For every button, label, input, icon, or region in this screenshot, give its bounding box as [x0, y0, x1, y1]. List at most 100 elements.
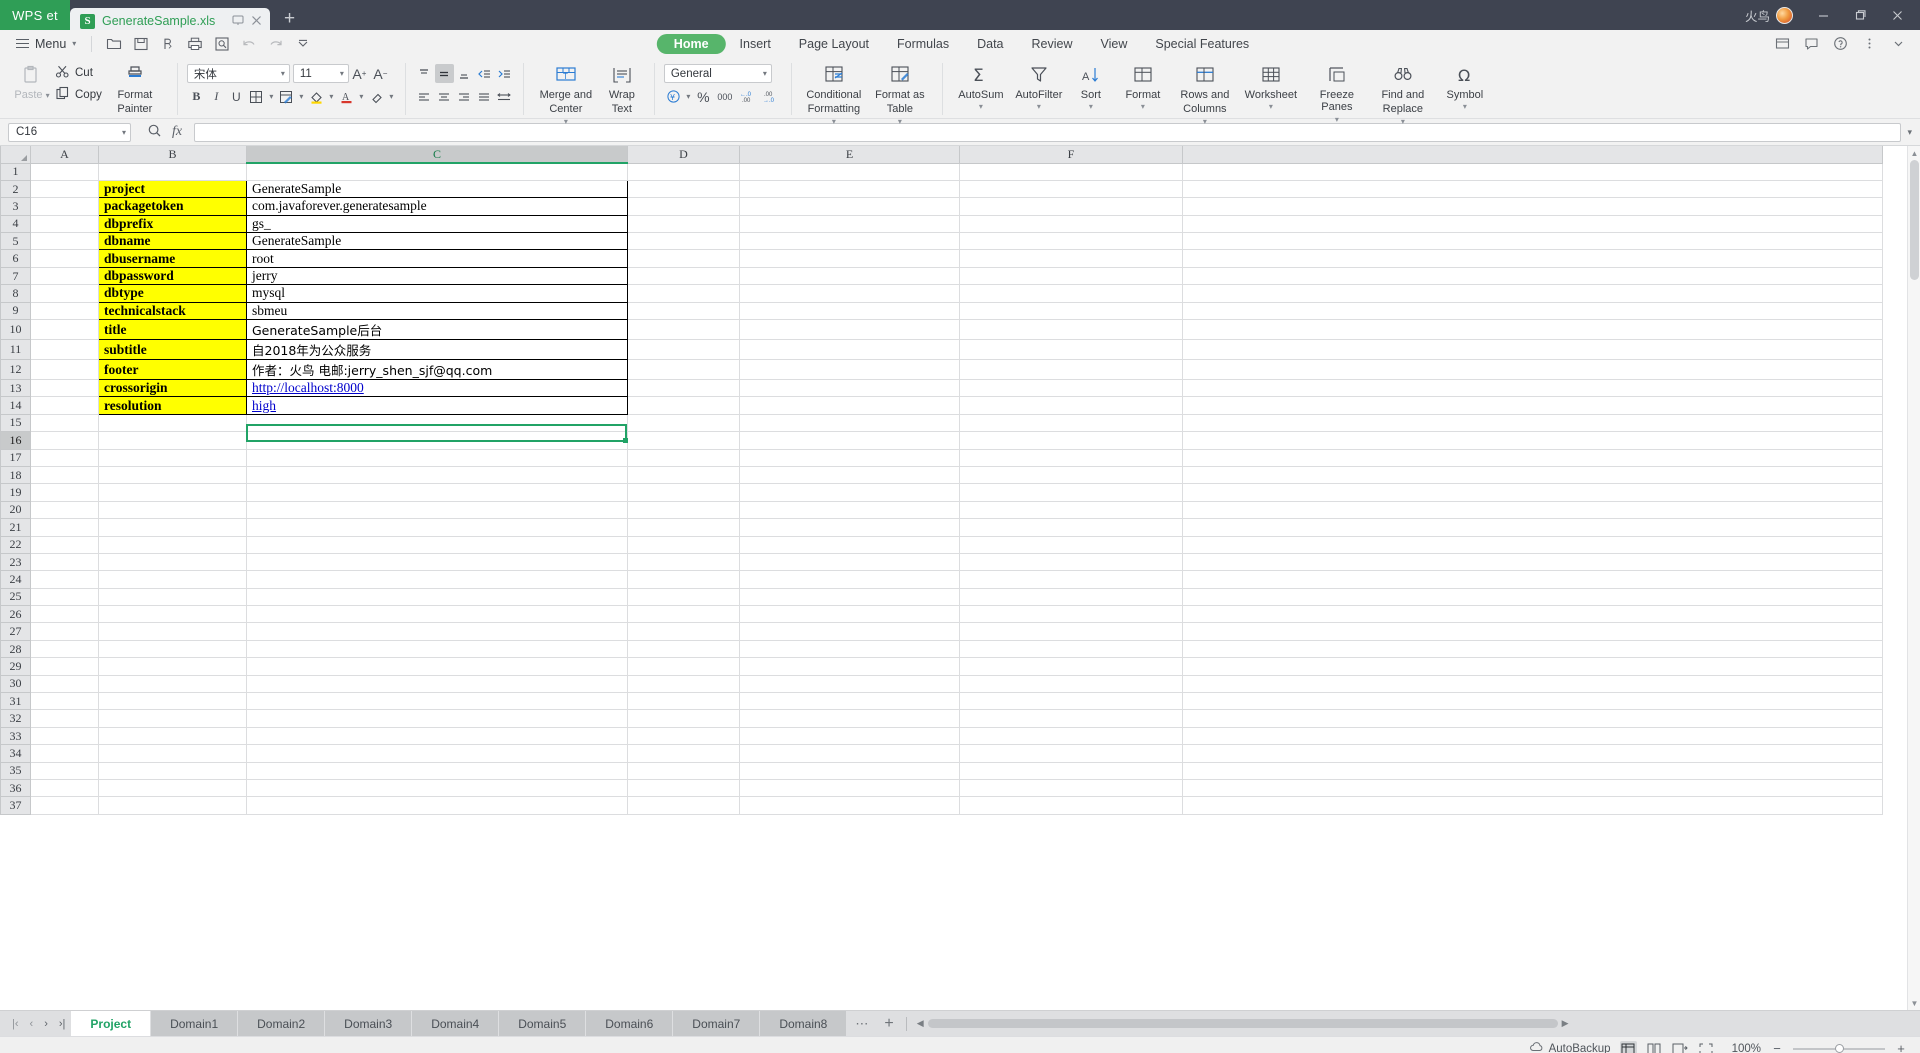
cell-C13[interactable]: http://localhost:8000 — [246, 379, 628, 398]
cell-D17[interactable] — [627, 449, 740, 467]
symbol-button[interactable]: Ω Symbol ▾ — [1436, 59, 1494, 112]
cell-A20[interactable] — [30, 501, 99, 520]
clear-format-button[interactable] — [367, 87, 386, 106]
cell-E17[interactable] — [739, 449, 960, 467]
close-window-button[interactable] — [1879, 0, 1916, 30]
cell-B28[interactable] — [98, 640, 247, 659]
format-painter-button[interactable]: Format Painter — [102, 59, 168, 116]
decrease-indent-button[interactable] — [475, 64, 494, 83]
cell-B29[interactable] — [98, 657, 247, 676]
cell-G21[interactable] — [1182, 518, 1883, 537]
cell-G30[interactable] — [1182, 675, 1883, 694]
copy-button[interactable]: Copy — [55, 86, 102, 104]
sheet-tab-domain5[interactable]: Domain5 — [499, 1011, 587, 1036]
cell-F7[interactable] — [959, 267, 1183, 286]
cell-E6[interactable] — [739, 249, 960, 268]
cell-style-button[interactable] — [277, 87, 296, 106]
rows-and-columns-button[interactable]: Rows and Columns ▾ — [1172, 59, 1238, 127]
row-header-2[interactable]: 2 — [0, 179, 31, 199]
cell-C11[interactable]: 自2018年为公众服务 — [246, 339, 628, 361]
cell-G32[interactable] — [1182, 709, 1883, 728]
sheet-tab-project[interactable]: Project — [71, 1011, 152, 1036]
cell-G13[interactable] — [1182, 379, 1883, 398]
cell-A35[interactable] — [30, 762, 99, 781]
row-header-1[interactable]: 1 — [0, 162, 31, 181]
cell-C2[interactable]: GenerateSample — [246, 179, 628, 199]
cell-E30[interactable] — [739, 675, 960, 694]
cell-B20[interactable] — [98, 501, 247, 520]
underline-button[interactable]: U — [227, 87, 246, 106]
borders-dropdown-icon[interactable]: ▾ — [267, 87, 276, 106]
italic-button[interactable]: I — [207, 87, 226, 106]
tab-home[interactable]: Home — [656, 33, 726, 54]
cell-A34[interactable] — [30, 744, 99, 763]
cell-A27[interactable] — [30, 622, 99, 641]
cell-C16[interactable] — [246, 431, 628, 450]
cell-G4[interactable] — [1182, 215, 1883, 234]
hscroll-left-icon[interactable]: ◀ — [917, 1018, 924, 1029]
autobackup-status[interactable]: AutoBackup — [1529, 1041, 1611, 1053]
cell-F15[interactable] — [959, 414, 1183, 433]
cell-F35[interactable] — [959, 762, 1183, 781]
cell-C14[interactable]: high — [246, 396, 628, 415]
cell-B16[interactable] — [98, 431, 247, 450]
cell-B9[interactable]: technicalstack — [98, 301, 247, 321]
cell-E1[interactable] — [739, 163, 960, 181]
cell-D20[interactable] — [627, 501, 740, 520]
cell-G2[interactable] — [1182, 180, 1883, 199]
cell-G34[interactable] — [1182, 744, 1883, 763]
cell-C12[interactable]: 作者：火鸟 电邮:jerry_shen_sjf@qq.com — [246, 359, 628, 381]
cell-C34[interactable] — [246, 744, 628, 763]
cell-style-dropdown-icon[interactable]: ▾ — [297, 87, 306, 106]
cell-C27[interactable] — [246, 622, 628, 641]
cell-E9[interactable] — [739, 302, 960, 321]
percent-style-button[interactable]: % — [694, 87, 713, 106]
cell-G23[interactable] — [1182, 553, 1883, 572]
row-header-35[interactable]: 35 — [0, 761, 31, 781]
row-header-29[interactable]: 29 — [0, 657, 31, 676]
cell-C17[interactable] — [246, 449, 628, 467]
cell-E31[interactable] — [739, 692, 960, 711]
cell-G28[interactable] — [1182, 640, 1883, 659]
cell-F20[interactable] — [959, 501, 1183, 520]
cell-B34[interactable] — [98, 744, 247, 763]
cell-A29[interactable] — [30, 657, 99, 676]
cell-E29[interactable] — [739, 657, 960, 676]
cell-G25[interactable] — [1182, 588, 1883, 607]
cell-D28[interactable] — [627, 640, 740, 659]
sheet-tab-domain6[interactable]: Domain6 — [586, 1011, 674, 1036]
cell-B15[interactable] — [98, 414, 247, 433]
autofilter-button[interactable]: AutoFilter ▾ — [1010, 59, 1068, 112]
row-header-19[interactable]: 19 — [0, 483, 31, 502]
cell-G22[interactable] — [1182, 536, 1883, 554]
cell-C25[interactable] — [246, 588, 628, 607]
row-header-10[interactable]: 10 — [0, 319, 31, 341]
cell-F3[interactable] — [959, 197, 1183, 216]
borders-button[interactable] — [247, 87, 266, 106]
cell-G26[interactable] — [1182, 605, 1883, 624]
cell-F31[interactable] — [959, 692, 1183, 711]
cell-A19[interactable] — [30, 483, 99, 502]
row-header-11[interactable]: 11 — [0, 339, 31, 361]
sheet-tab-domain2[interactable]: Domain2 — [238, 1011, 326, 1036]
hscroll-right-icon[interactable]: ▶ — [1562, 1018, 1569, 1029]
print-preview-icon[interactable] — [208, 33, 235, 55]
cell-D11[interactable] — [627, 339, 740, 361]
merge-center-button[interactable]: T Merge and Center ▾ — [533, 59, 599, 127]
expand-formula-bar-icon[interactable]: ▾ — [1901, 127, 1912, 138]
decrease-font-size-button[interactable]: A − — [370, 64, 391, 83]
cell-F8[interactable] — [959, 284, 1183, 303]
cell-B19[interactable] — [98, 483, 247, 502]
row-header-3[interactable]: 3 — [0, 197, 31, 216]
cell-B35[interactable] — [98, 762, 247, 781]
worksheet-button[interactable]: Worksheet ▾ — [1238, 59, 1304, 112]
cell-A37[interactable] — [30, 796, 99, 815]
cell-F28[interactable] — [959, 640, 1183, 659]
justify-button[interactable] — [475, 87, 494, 106]
cell-E5[interactable] — [739, 232, 960, 251]
cell-A32[interactable] — [30, 709, 99, 728]
cell-E14[interactable] — [739, 396, 960, 415]
cell-A5[interactable] — [30, 232, 99, 251]
cell-G6[interactable] — [1182, 249, 1883, 268]
new-tab-button[interactable]: + — [270, 9, 309, 28]
